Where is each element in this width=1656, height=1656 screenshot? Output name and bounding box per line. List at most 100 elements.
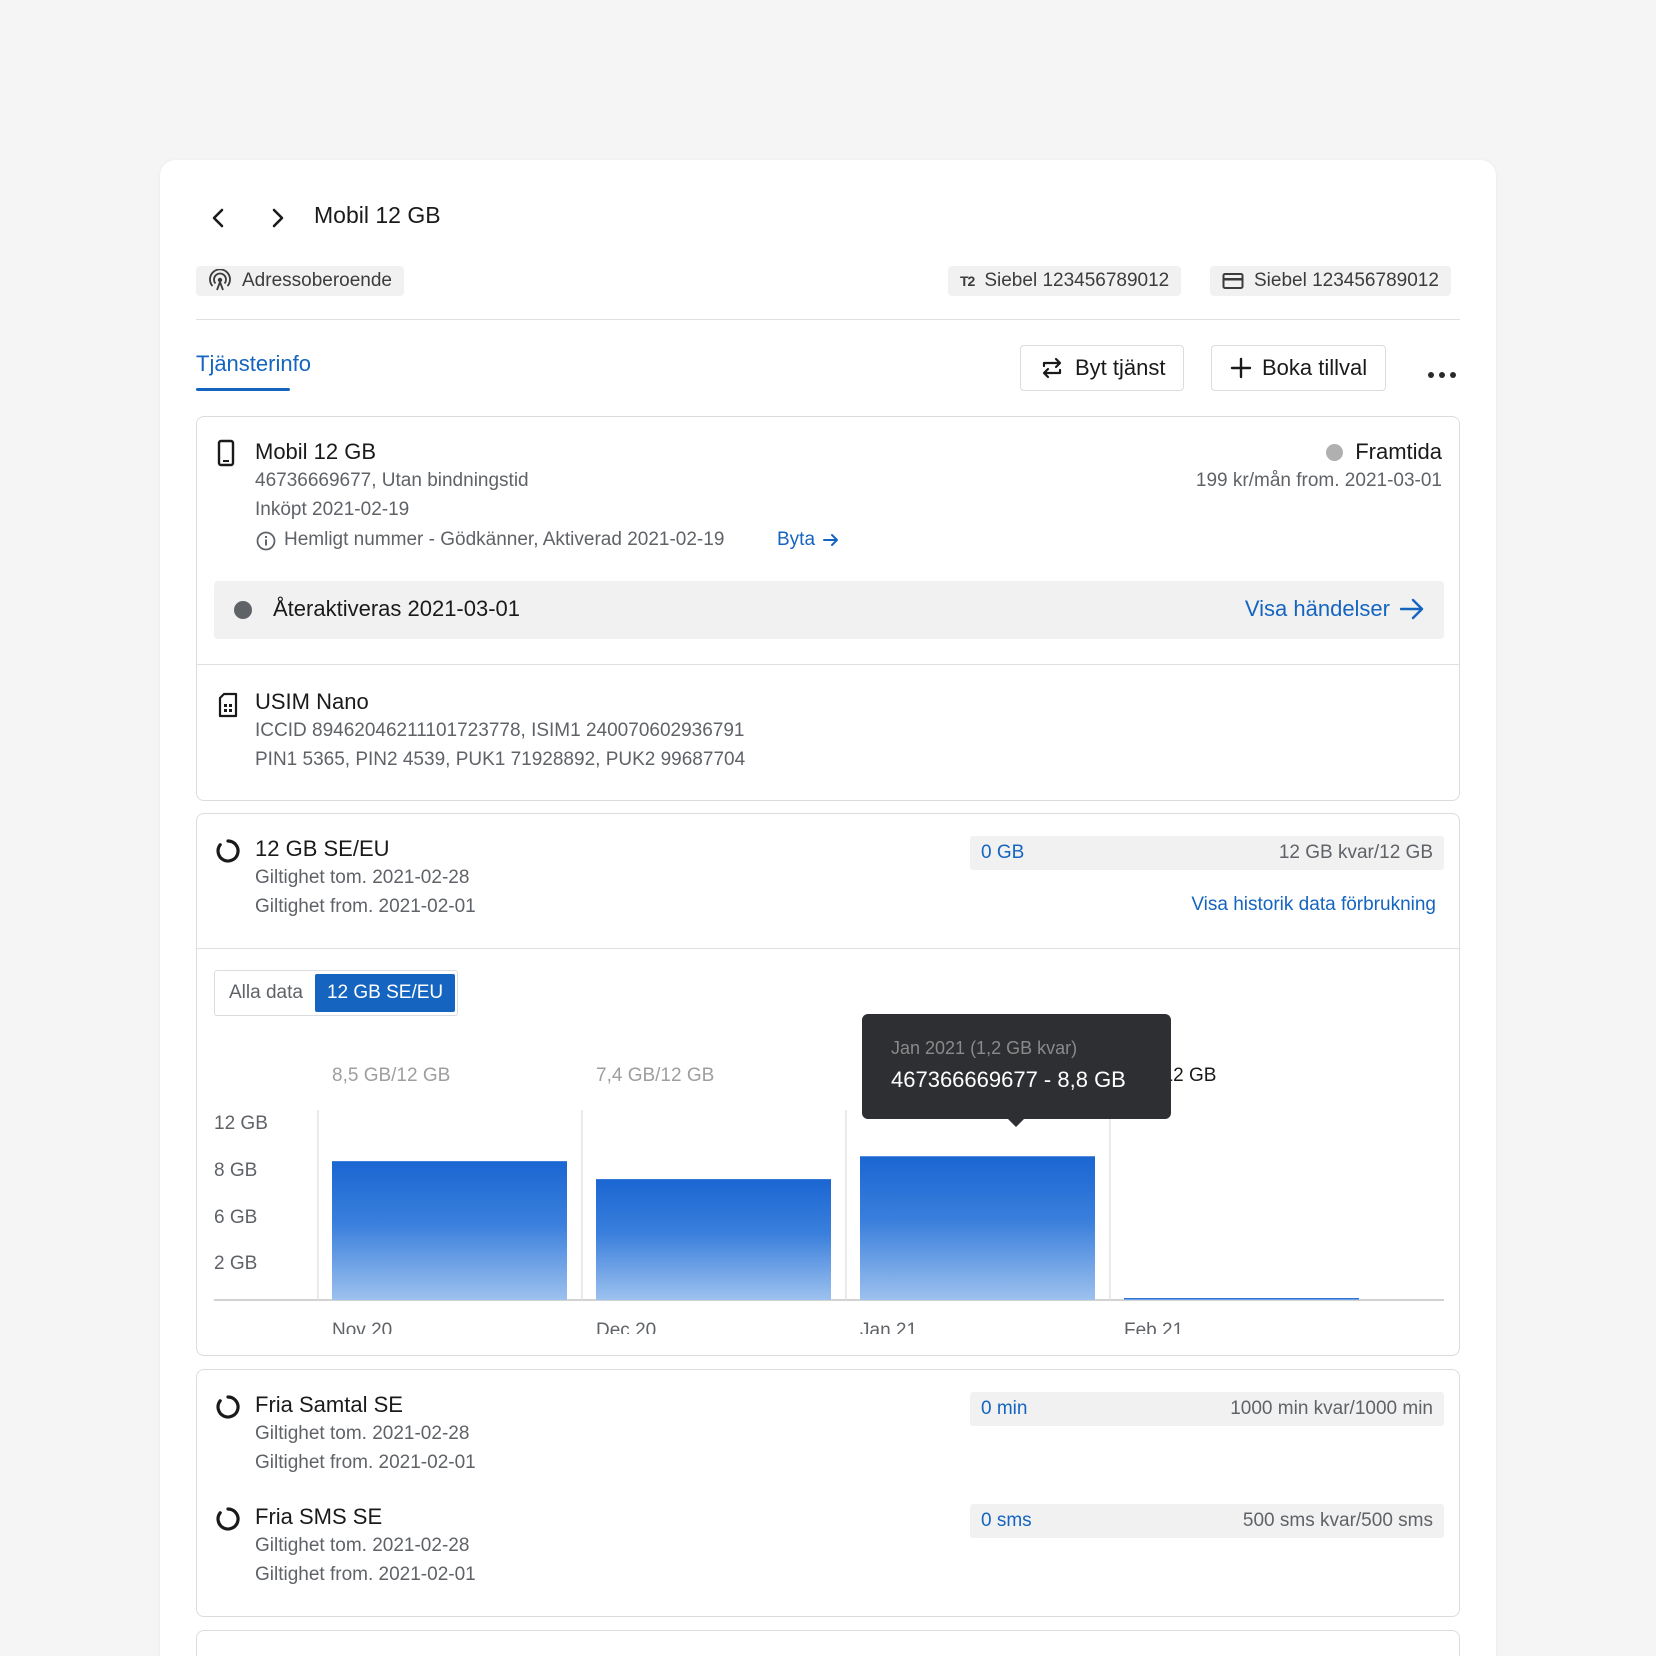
billing-siebel-chip: Siebel 123456789012 [1210,266,1451,296]
data-history-link[interactable]: Visa historik data förbrukning [1191,894,1436,916]
chevron-left-icon [212,208,224,228]
status-label: Framtida [1355,439,1442,464]
data-usage-bar: 0 GB 12 GB kvar/12 GB [970,836,1444,870]
t2-siebel-chip: T2 Siebel 123456789012 [948,266,1182,296]
swap-icon [1042,357,1062,379]
voice-sms-panel: Fria Samtal SE Giltighet tom. 2021-02-28… [196,1369,1460,1617]
tooltip-title: Jan 2021 (1,2 GB kvar) [891,1038,1078,1058]
reactivation-bar: Återaktiveras 2021-03-01 Visa händelser [214,581,1444,639]
tab-service-info[interactable]: Tjänsterinfo [196,351,311,377]
service-card: Mobil 12 GB Adressoberoende T2 Siebel 12… [160,160,1496,1656]
subscription-number: 46736669677, Utan bindningstid [255,470,529,491]
calls-remaining: 1000 min kvar/1000 min [1230,1398,1433,1419]
show-events-label: Visa händelser [1244,596,1390,621]
sms-title: Fria SMS SE [255,1504,383,1529]
back-button[interactable] [204,204,232,232]
location-chip: Adressoberoende [196,266,404,296]
header-divider [196,319,1460,320]
book-addon-button[interactable]: Boka tillval [1211,345,1387,391]
book-addon-label: Boka tillval [1262,355,1368,380]
subscription-purchased: Inköpt 2021-02-19 [255,499,410,520]
info-icon [256,531,276,551]
bar-top-label: 8,5 GB/12 GB [332,1065,450,1086]
plus-icon [1230,357,1252,379]
reactivation-text: Återaktiveras 2021-03-01 [273,596,521,621]
panel-divider [197,948,1459,949]
progress-ring-icon [216,1395,240,1419]
calls-valid-from: Giltighet from. 2021-02-01 [255,1452,476,1473]
chart-tooltip: Jan 2021 (1,2 GB kvar) 467366669677 - 8,… [862,1014,1171,1127]
data-valid-to: Giltighet tom. 2021-02-28 [255,867,470,888]
subscription-price: 199 kr/mån from. 2021-03-01 [1195,470,1442,491]
data-valid-from: Giltighet from. 2021-02-01 [255,896,476,917]
filter-package[interactable]: 12 GB SE/EU [314,974,456,1012]
status-indicator: Framtida [1326,439,1442,465]
calls-valid-to: Giltighet tom. 2021-02-28 [255,1423,470,1444]
x-tick-label: Feb 21 [1124,1320,1183,1334]
subscription-title: Mobil 12 GB [255,439,377,464]
t2-siebel-label: Siebel 123456789012 [984,270,1170,291]
data-filter-toggle: Alla data 12 GB SE/EU [214,970,459,1016]
y-tick-label: 2 GB [214,1253,257,1274]
swap-service-button[interactable]: Byt tjänst [1020,345,1185,391]
dot [1439,372,1445,378]
data-remaining: 12 GB kvar/12 GB [1278,842,1433,863]
change-link-label: Byta [777,529,816,550]
x-tick-label: Jan 21 [860,1320,917,1334]
page-title: Mobil 12 GB [314,202,441,228]
y-tick-label: 6 GB [214,1207,257,1228]
arrow-right-icon [823,534,839,546]
tooltip-value: 467366669677 - 8,8 GB [891,1067,1126,1092]
swap-service-label: Byt tjänst [1075,355,1166,380]
data-package-title: 12 GB SE/EU [255,836,390,861]
tab-underline [196,388,290,391]
secret-number-info: Hemligt nummer - Gödkänner, Aktiverad 20… [284,529,725,550]
sms-remaining: 500 sms kvar/500 sms [1242,1510,1433,1531]
antenna-icon [209,269,231,291]
chevron-right-icon [272,208,284,228]
usage-chart: 12 GB 8 GB 6 GB 2 GB Nov 20 8,5 GB/12 GB Dec 2… [214,1065,1444,1334]
calls-used: 0 min [981,1398,1028,1419]
progress-ring-icon [216,1507,240,1531]
sms-used: 0 sms [981,1510,1032,1531]
sim-iccid: ICCID 8946204621110172377​8, ISIM1 24007… [255,720,745,741]
bar-nov-20 [332,1161,567,1300]
data-package-panel: 12 GB SE/EU Giltighet tom. 2021-02-28 Gi… [196,813,1460,1356]
arrow-right-icon [1400,598,1424,620]
more-options-button[interactable] [1422,360,1462,390]
panel-divider [197,664,1459,665]
dot [1428,372,1434,378]
calls-usage-bar: 0 min 1000 min kvar/1000 min [970,1392,1444,1426]
bar-top-label: 7,4 GB/12 GB [596,1065,714,1086]
credit-card-icon [1222,273,1244,289]
next-panel [196,1630,1460,1656]
status-dot [1326,443,1344,461]
t2-logo-icon: T2 [960,273,975,289]
phone-icon [217,439,235,467]
bar-jan-21 [860,1156,1095,1300]
progress-ring-icon [216,839,240,863]
bar-dec-20 [596,1179,831,1300]
calls-title: Fria Samtal SE [255,1392,403,1417]
billing-siebel-label: Siebel 123456789012 [1254,270,1439,291]
show-events-link[interactable]: Visa händelser [1245,596,1424,622]
filter-all-data[interactable]: Alla data [217,974,315,1012]
y-tick-label: 8 GB [214,1160,257,1181]
sim-pins: PIN1 5365, PIN2 4539, PUK1 71928892, PUK… [255,749,746,770]
dot [1450,372,1456,378]
change-link[interactable]: Byta [777,529,839,551]
sms-usage-bar: 0 sms 500 sms kvar/500 sms [970,1504,1444,1538]
location-chip-label: Adressoberoende [242,270,392,291]
forward-button[interactable] [264,204,292,232]
sim-title: USIM Nano [255,689,369,714]
x-tick-label: Nov 20 [332,1320,392,1334]
x-tick-label: Dec 20 [596,1320,656,1334]
y-tick-label: 12 GB [214,1113,268,1134]
sms-valid-to: Giltighet tom. 2021-02-28 [255,1535,470,1556]
sim-card-icon [218,692,238,718]
data-used: 0 GB [981,842,1025,863]
bar-feb-21 [1124,1298,1359,1300]
reactivation-dot [234,601,252,619]
subscription-panel: Mobil 12 GB 46736669677, Utan bindningst… [196,416,1460,801]
sms-valid-from: Giltighet from. 2021-02-01 [255,1564,476,1585]
